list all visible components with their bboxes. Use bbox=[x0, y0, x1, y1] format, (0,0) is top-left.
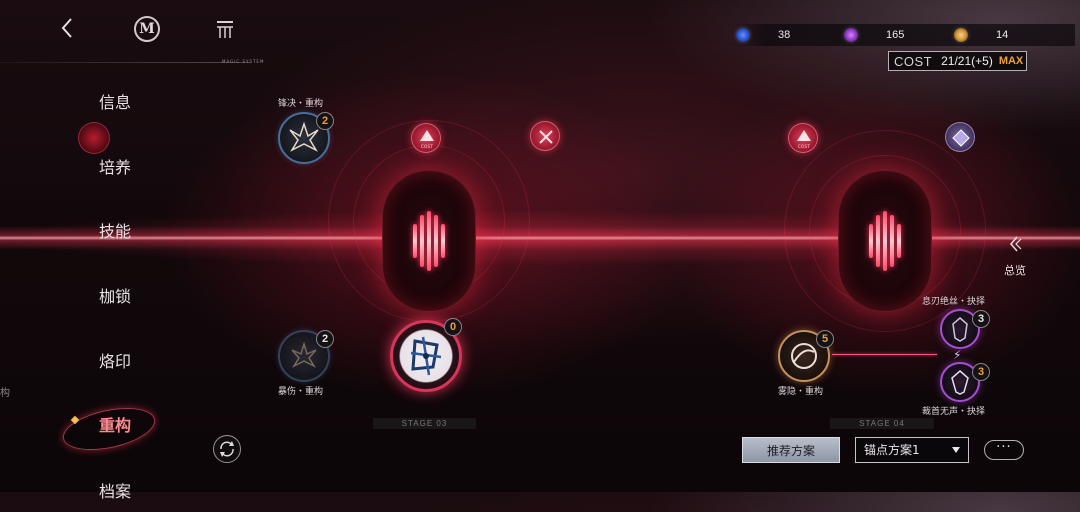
choice-link-icon: ⚡ bbox=[953, 348, 962, 362]
m-logo-icon[interactable]: M bbox=[134, 16, 160, 42]
node-label-xirenjuesi: 息刃绝丝・抉择 bbox=[922, 297, 986, 307]
stage3-label: STAGE 03 bbox=[373, 418, 476, 429]
resource-purple[interactable]: 165 bbox=[844, 24, 904, 46]
more-options-button[interactable]: ··· bbox=[984, 440, 1024, 460]
nav-item-brand[interactable]: 烙印 bbox=[60, 342, 170, 382]
resource-bar: 38 165 14 bbox=[730, 24, 1075, 46]
nav-item-skills[interactable]: 技能 bbox=[60, 212, 170, 252]
system-tag: MAGIC SYSTEM bbox=[222, 59, 265, 64]
cost-max-tag: MAX bbox=[998, 55, 1024, 67]
stage3-core bbox=[382, 170, 476, 312]
node-connector bbox=[832, 354, 937, 355]
cost-node-a-text: COST bbox=[420, 144, 434, 149]
node-count-badge: 0 bbox=[444, 318, 462, 336]
menu-bars-icon[interactable] bbox=[214, 18, 236, 40]
stage4-label: STAGE 04 bbox=[830, 418, 934, 429]
stage4-core bbox=[838, 170, 932, 312]
header-divider bbox=[0, 62, 250, 63]
cost-triangle-icon bbox=[420, 130, 434, 141]
refresh-button[interactable] bbox=[213, 435, 241, 463]
cost-node-b[interactable]: COST bbox=[788, 123, 818, 153]
node-count-badge: 3 bbox=[972, 310, 990, 328]
cost-node-b-text: COST bbox=[797, 144, 811, 149]
node-label-wuyin: 雾隐・重构 bbox=[778, 387, 824, 397]
nav-item-shackles[interactable]: 枷锁 bbox=[60, 277, 170, 317]
cost-node-a[interactable]: COST bbox=[411, 123, 441, 153]
nav-item-training[interactable]: 培养 bbox=[60, 148, 170, 188]
blue-orb-icon bbox=[736, 28, 750, 42]
overview-label[interactable]: 总览 bbox=[1004, 262, 1026, 278]
resource-blue[interactable]: 38 bbox=[736, 24, 790, 46]
resource-blue-value: 38 bbox=[778, 29, 791, 41]
caret-down-icon bbox=[952, 447, 960, 453]
nav-item-rebuild[interactable]: 重构 bbox=[60, 406, 170, 446]
cost-indicator: COST 21/21(+5) MAX bbox=[888, 51, 1027, 71]
cross-blade-icon bbox=[539, 130, 553, 144]
nav-item-archive[interactable]: 档案 bbox=[60, 472, 170, 512]
gold-orb-icon bbox=[954, 28, 968, 42]
plan-dropdown-value: 锚点方案1 bbox=[864, 443, 920, 457]
resource-gold[interactable]: 14 bbox=[954, 24, 1008, 46]
refresh-icon bbox=[220, 441, 234, 457]
nav-item-info[interactable]: 信息 bbox=[60, 83, 170, 123]
purple-orb-icon bbox=[844, 28, 858, 42]
node-count-badge: 2 bbox=[316, 112, 334, 130]
node-label-baoshang: 暴伤・重构 bbox=[278, 387, 324, 397]
chevron-left-icon bbox=[61, 18, 72, 38]
node-count-badge: 5 bbox=[816, 330, 834, 348]
resource-purple-value: 165 bbox=[886, 29, 905, 41]
node-count-badge: 3 bbox=[972, 363, 990, 381]
node-label-fengjue: 锋决・重构 bbox=[278, 99, 324, 109]
cost-value: 21/21(+5) bbox=[941, 54, 993, 68]
cross-node[interactable] bbox=[530, 121, 560, 151]
diamond-gem-icon bbox=[952, 129, 970, 147]
plan-dropdown[interactable]: 锚点方案1 bbox=[855, 437, 969, 463]
recommend-plan-button[interactable]: 推荐方案 bbox=[742, 437, 840, 463]
node-label-caishouwusheng: 裁首无声・抉择 bbox=[922, 407, 986, 417]
left-edge-text: 构 bbox=[0, 388, 10, 399]
cost-triangle-icon bbox=[797, 130, 811, 141]
cost-label: COST bbox=[894, 53, 933, 69]
double-chevron-left-icon bbox=[1010, 236, 1022, 252]
gem-node[interactable] bbox=[945, 122, 975, 152]
node-count-badge: 2 bbox=[316, 330, 334, 348]
overview-button[interactable] bbox=[1008, 234, 1022, 254]
resource-gold-value: 14 bbox=[996, 29, 1009, 41]
back-button[interactable] bbox=[56, 14, 80, 42]
